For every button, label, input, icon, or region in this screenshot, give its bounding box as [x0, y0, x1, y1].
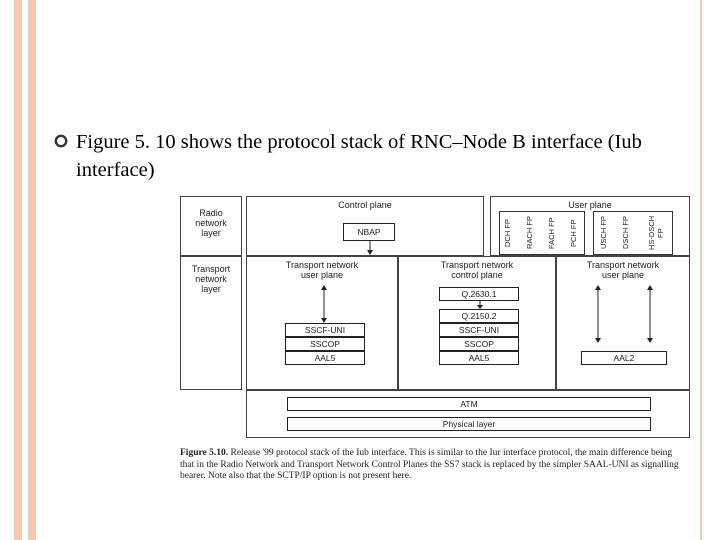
- row-label-text: Transport network layer: [185, 265, 237, 295]
- control-plane-panel: Control plane NBAP: [246, 196, 484, 256]
- stack-box: Q.2150.2: [439, 309, 519, 323]
- fp-group-box: [593, 211, 673, 255]
- physical-layer-bar: Physical layer: [287, 417, 651, 431]
- stack-box: SSCF-UNI: [439, 323, 519, 337]
- header-user-plane: User plane: [491, 201, 689, 211]
- tn-header: Transport network control plane: [399, 261, 555, 281]
- body-bullet: Figure 5. 10 shows the protocol stack of…: [54, 128, 670, 185]
- arrow-updown-icon: [319, 285, 329, 323]
- stack-box: AAL5: [439, 351, 519, 365]
- nbap-box: NBAP: [343, 223, 395, 241]
- atm-bar: ATM: [287, 397, 651, 411]
- arrow-down-icon: [365, 241, 375, 255]
- arrow-down-icon: [475, 301, 485, 309]
- bullet-text: Figure 5. 10 shows the protocol stack of…: [76, 128, 670, 185]
- stack-box: Q.2630.1: [439, 287, 519, 301]
- stack-box: AAL5: [285, 351, 365, 365]
- stack-box: AAL2: [581, 351, 667, 365]
- stack-box: SSCOP: [285, 337, 365, 351]
- arrow-updown-icon: [645, 285, 655, 343]
- stripe: [28, 0, 36, 540]
- caption-lead: Figure 5.10.: [180, 448, 228, 458]
- stack-box: SSCF-UNI: [285, 323, 365, 337]
- tn-header: Transport network user plane: [247, 261, 397, 281]
- fp-group-box: [499, 211, 585, 255]
- tn-user-plane-left: Transport network user plane SSCF-UNI SS…: [246, 256, 398, 390]
- stripe: [14, 0, 22, 540]
- row-label-text: Radio network layer: [185, 209, 237, 239]
- tn-control-plane: Transport network control plane Q.2630.1…: [398, 256, 556, 390]
- row-label-tnl: Transport network layer: [180, 256, 242, 390]
- left-accent-stripes: [14, 0, 36, 540]
- tn-user-plane-right: Transport network user plane AAL2: [556, 256, 690, 390]
- slide-content: Figure 5. 10 shows the protocol stack of…: [46, 0, 702, 540]
- stack-box: SSCOP: [439, 337, 519, 351]
- tn-header: Transport network user plane: [557, 261, 689, 281]
- header-control-plane: Control plane: [247, 201, 483, 211]
- figure-caption: Figure 5.10. Release '99 protocol stack …: [180, 448, 686, 483]
- bottom-layers-panel: ATM Physical layer: [246, 390, 690, 438]
- caption-body: Release '99 protocol stack of the Iub in…: [180, 448, 679, 481]
- arrow-updown-icon: [593, 285, 603, 343]
- row-label-rnl: Radio network layer: [180, 196, 242, 256]
- bullet-icon: [54, 134, 68, 153]
- user-plane-panel: User plane DCH FP RACH FP FACH FP PCH FP…: [490, 196, 690, 256]
